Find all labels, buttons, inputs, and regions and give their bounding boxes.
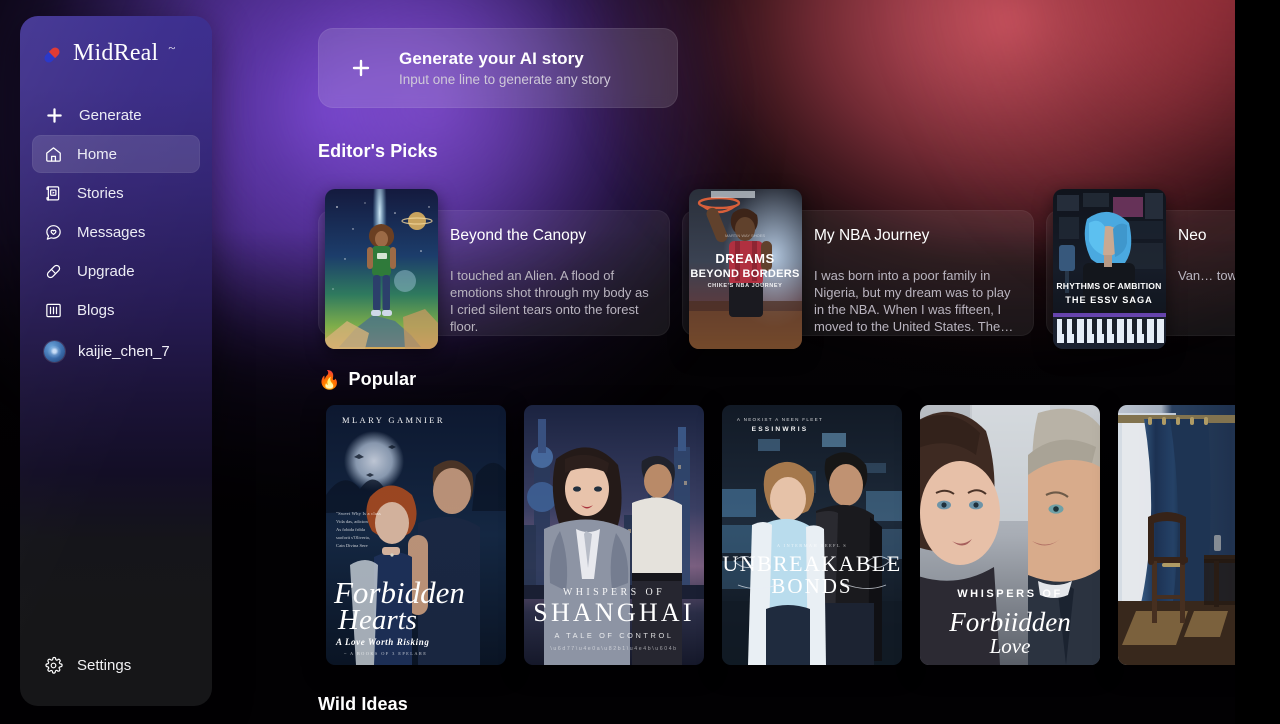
sidebar-item-generate[interactable]: Generate — [32, 96, 200, 134]
section-label: Popular — [348, 369, 417, 389]
sidebar-footer: Settings — [32, 646, 200, 685]
sidebar-item-messages[interactable]: Messages — [32, 213, 200, 251]
sidebar-item-upgrade[interactable]: Upgrade — [32, 252, 200, 290]
plus-icon — [44, 105, 65, 126]
svg-text:A TALE OF CONTROL: A TALE OF CONTROL — [554, 631, 673, 640]
svg-text:THE ESSV SAGA: THE ESSV SAGA — [1065, 295, 1153, 305]
svg-text:As fobida fribla: As fobida fribla — [336, 527, 365, 532]
svg-text:A NEOKIST A NEEN FLEET: A NEOKIST A NEEN FLEET — [737, 417, 823, 422]
story-description: I was born into a poor family in Nigeria… — [814, 268, 1014, 334]
sidebar-item-user-profile[interactable]: kaijie_chen_7 — [32, 332, 200, 370]
pill-icon — [44, 262, 63, 281]
pick-text: My NBA Journey I was born into a poor fa… — [814, 227, 1017, 335]
popular-row: MLARY GAMNIER "Sweet Why Is a class Vida… — [326, 405, 1280, 665]
story-title: My NBA Journey — [814, 227, 930, 244]
sidebar-item-stories[interactable]: Stories — [32, 174, 200, 212]
section-title-editors-picks: Editor's Picks — [318, 141, 438, 162]
gear-icon — [44, 656, 63, 675]
brand-name: MidReal — [73, 40, 159, 66]
section-label: Editor's Picks — [318, 141, 438, 161]
svg-text:CHIKE'S NBA JOURNEY: CHIKE'S NBA JOURNEY — [708, 283, 783, 289]
home-icon — [44, 145, 63, 164]
story-cover-thumbnail: DREAMS BEYOND BORDERS CHIKE'S NBA JOURNE… — [689, 189, 802, 349]
sidebar-nav: Generate Home Stories Messages Upgrade B… — [20, 96, 212, 370]
sidebar-item-label: Settings — [77, 656, 132, 674]
svg-text:WHISPERS OF: WHISPERS OF — [563, 587, 665, 598]
sidebar-item-label: Home — [77, 145, 118, 163]
message-heart-icon — [44, 223, 63, 242]
svg-text:Forbiidden: Forbiidden — [948, 607, 1071, 637]
svg-text:SHANGHAI: SHANGHAI — [533, 598, 694, 627]
svg-text:Cain Divina Sere: Cain Divina Sere — [336, 543, 368, 548]
sidebar-item-home[interactable]: Home — [32, 135, 200, 173]
svg-text:A Love Worth Risking: A Love Worth Risking — [335, 637, 429, 647]
section-title-wild-ideas: Wild Ideas — [318, 694, 408, 715]
svg-text:Hearts: Hearts — [337, 604, 417, 636]
svg-text:RHYTHMS OF AMBITION: RHYTHMS OF AMBITION — [1056, 281, 1161, 291]
svg-text:WHISPERS OF: WHISPERS OF — [957, 588, 1063, 600]
editors-pick-card[interactable]: DREAMS BEYOND BORDERS CHIKE'S NBA JOURNE… — [682, 189, 1034, 349]
blogs-icon — [44, 301, 63, 320]
sidebar: MidReal ~ Generate Home Stories Messages… — [20, 16, 212, 706]
popular-cover-card[interactable]: WHISPERS OF SHANGHAI A TALE OF CONTROL \… — [524, 405, 704, 665]
editors-pick-card[interactable]: Beyond the Canopy I touched an Alien. A … — [318, 189, 670, 349]
user-name: kaijie_chen_7 — [78, 342, 170, 360]
banner-subtitle: Input one line to generate any story — [399, 72, 611, 87]
svg-text:UNBREAKABLE: UNBREAKABLE — [722, 551, 901, 576]
svg-text:~ A BOOKS OF 3 EPELARE: ~ A BOOKS OF 3 EPELARE — [344, 651, 427, 656]
story-cover-thumbnail: RHYTHMS OF AMBITION THE ESSV SAGA — [1053, 189, 1166, 349]
popular-cover-card[interactable]: WHISPERS OF Forbiidden Love — [920, 405, 1100, 665]
svg-text:ESSINWRIS: ESSINWRIS — [752, 426, 809, 433]
stories-icon — [44, 184, 63, 203]
viewport-right-clip — [1235, 0, 1280, 724]
svg-text:\u6d77\u4e0a\u82b1\u4e4b\u604b: \u6d77\u4e0a\u82b1\u4e4b\u604b — [550, 646, 677, 652]
svg-text:DREAMS: DREAMS — [715, 251, 774, 266]
editors-picks-row: Beyond the Canopy I touched an Alien. A … — [318, 189, 1280, 349]
svg-text:MARTIN WAY SHOES: MARTIN WAY SHOES — [725, 233, 765, 238]
story-title: Beyond the Canopy — [450, 227, 587, 244]
sidebar-item-label: Stories — [77, 184, 124, 202]
sidebar-item-label: Messages — [77, 223, 146, 241]
popular-cover-card[interactable]: MLARY GAMNIER "Sweet Why Is a class Vida… — [326, 405, 506, 665]
brand-tilde: ~ — [168, 39, 176, 55]
svg-text:BONDS: BONDS — [771, 574, 852, 598]
section-title-popular: 🔥 Popular — [318, 369, 416, 390]
svg-text:BEYOND BORDERS: BEYOND BORDERS — [690, 268, 799, 280]
sidebar-item-settings[interactable]: Settings — [32, 646, 200, 684]
midreal-pill-icon — [40, 43, 64, 67]
sidebar-item-blogs[interactable]: Blogs — [32, 291, 200, 329]
section-label: Wild Ideas — [318, 694, 408, 714]
svg-text:"Sweet Why Is a class: "Sweet Why Is a class — [336, 511, 381, 516]
brand-logo[interactable]: MidReal ~ — [20, 16, 212, 74]
pick-text: Beyond the Canopy I touched an Alien. A … — [450, 227, 653, 335]
story-description: I touched an Alien. A flood of emotions … — [450, 268, 649, 334]
svg-text:Love: Love — [989, 634, 1031, 658]
svg-text:A INTERMAH REEFL S: A INTERMAH REEFL S — [777, 543, 847, 548]
story-cover-thumbnail — [325, 189, 438, 349]
plus-icon — [349, 56, 373, 80]
sidebar-item-label: Upgrade — [77, 262, 135, 280]
sidebar-item-label: Generate — [79, 106, 142, 124]
avatar — [44, 340, 65, 362]
banner-title: Generate your AI story — [399, 49, 584, 68]
sidebar-item-label: Blogs — [77, 301, 115, 319]
popular-cover-card[interactable]: A NEOKIST A NEEN FLEET ESSINWRIS A INTER… — [722, 405, 902, 665]
fire-icon: 🔥 — [318, 369, 341, 390]
app-root: MidReal ~ Generate Home Stories Messages… — [0, 0, 1280, 724]
generate-story-banner[interactable]: Generate your AI story Input one line to… — [318, 28, 678, 108]
svg-text:MLARY GAMNIER: MLARY GAMNIER — [342, 415, 445, 425]
